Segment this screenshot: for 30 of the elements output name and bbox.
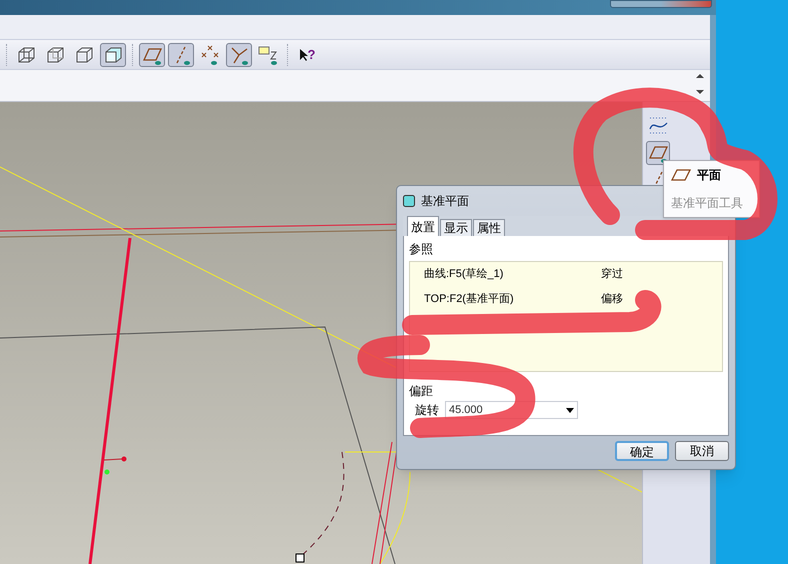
reference-name: 曲线:F5(草绘_1) [424,267,504,282]
dialog-button[interactable]: 取消 [675,441,729,461]
tab[interactable]: 属性 [473,219,505,236]
tooltip-description: 基准平面工具 [671,195,744,212]
scroll-up-arrow-icon[interactable] [696,74,704,78]
section-label: 偏距 [409,383,433,400]
field-label: 旋转 [415,402,439,419]
plane-button[interactable] [646,141,670,165]
dialog-cube-icon [403,195,415,207]
plane-icon [671,169,691,181]
reference-constraint: 偏移 [601,292,623,308]
scroll-down-arrow-icon[interactable] [696,90,704,94]
tab[interactable]: 放置 [407,216,439,236]
coordinate-system-button[interactable] [226,42,252,66]
reference-name: TOP:F2(基准平面) [424,292,515,308]
tooltip-title: 平面 [697,167,721,184]
dialog-title: 基准平面 [421,193,469,210]
context-help-button[interactable]: ? [294,42,320,66]
vertex-point [104,470,110,474]
tab[interactable]: 显示 [440,219,472,236]
section-label: 参照 [409,241,433,258]
plane-button[interactable] [139,42,165,66]
drag-handle[interactable] [296,554,304,562]
shaded-cube-button[interactable] [100,42,126,66]
reference-constraint: 穿过 [601,266,623,282]
axis-button[interactable] [168,42,194,66]
window-control-buttons[interactable] [610,0,712,8]
dialog-button[interactable]: 确定 [615,441,669,461]
pointer-icon [298,48,308,62]
dimension-handle[interactable] [104,456,126,462]
